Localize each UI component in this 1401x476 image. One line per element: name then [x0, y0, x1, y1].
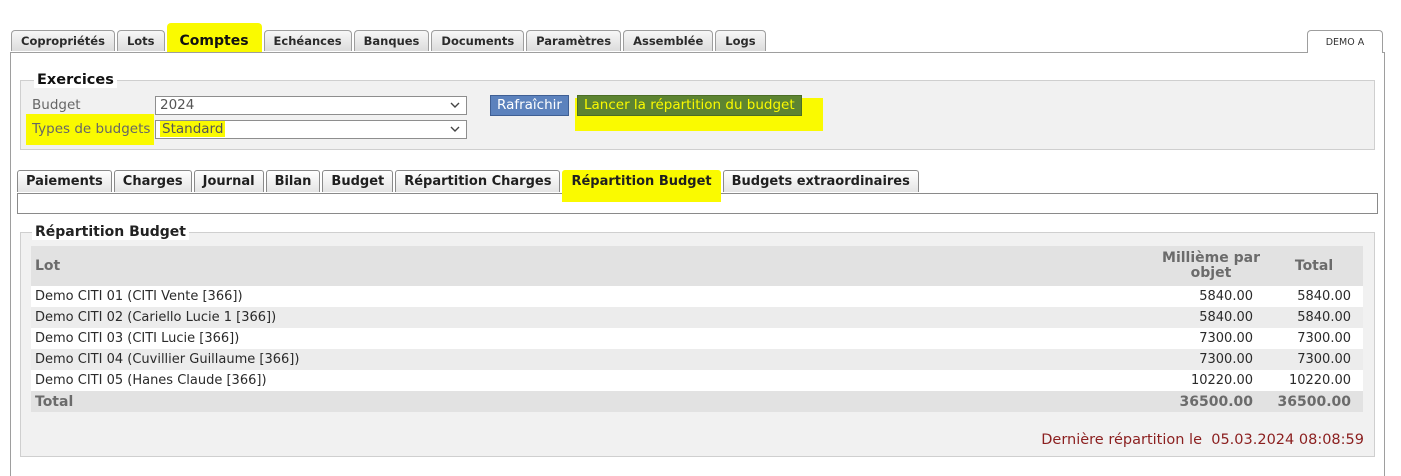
tab-documents[interactable]: Documents — [431, 30, 525, 51]
last-repartition-label: Dernière répartition le — [1041, 432, 1203, 448]
budget-label: Budget — [32, 97, 81, 113]
table-row: Demo CITI 02 (Cariello Lucie 1 [366]) 58… — [31, 307, 1363, 328]
tab-lots[interactable]: Lots — [116, 30, 165, 51]
cell-total: 5840.00 — [1265, 307, 1363, 328]
total-row: Total 36500.00 36500.00 — [31, 391, 1363, 412]
refresh-button[interactable]: Rafraîchir — [490, 95, 569, 116]
cell-lot: Demo CITI 04 (Cuvillier Guillaume [366]) — [31, 349, 1157, 370]
tab-paiements[interactable]: Paiements — [17, 170, 112, 192]
tab-charges[interactable]: Charges — [113, 170, 192, 192]
tab-budget[interactable]: Budget — [322, 170, 394, 192]
repartition-table: Lot Millième par objet Total Demo CITI 0… — [31, 246, 1363, 412]
tab-repartition-charges[interactable]: Répartition Charges — [395, 170, 561, 192]
cell-millieme: 7300.00 — [1157, 349, 1265, 370]
column-header-millieme[interactable]: Millième par objet — [1157, 246, 1265, 286]
cell-millieme: 10220.00 — [1157, 370, 1265, 391]
types-select-value: Standard — [160, 121, 226, 137]
tab-repartition-budget[interactable]: Répartition Budget — [562, 170, 721, 202]
repartition-legend: Répartition Budget — [32, 224, 189, 240]
table-header: Lot Millième par objet Total — [31, 246, 1363, 286]
tab-echeances[interactable]: Echéances — [263, 30, 352, 51]
tab-bilan[interactable]: Bilan — [265, 170, 321, 192]
table-row: Demo CITI 03 (CITI Lucie [366]) 7300.00 … — [31, 328, 1363, 349]
total-total: 36500.00 — [1265, 391, 1363, 412]
types-select[interactable]: Standard — [155, 120, 467, 139]
last-repartition-date: 05.03.2024 08:08:59 — [1211, 432, 1364, 448]
tab-coproprietes[interactable]: Copropriétés — [11, 30, 115, 51]
launch-repartition-button[interactable]: Lancer la répartition du budget — [577, 95, 802, 116]
cell-total: 5840.00 — [1265, 286, 1363, 307]
exercices-legend: Exercices — [34, 72, 117, 88]
cell-millieme: 7300.00 — [1157, 328, 1265, 349]
main-tabs: Copropriétés Lots Comptes Echéances Banq… — [11, 23, 768, 52]
budget-select[interactable]: 2024 — [155, 96, 467, 115]
tab-journal[interactable]: Journal — [193, 170, 264, 192]
cell-millieme: 5840.00 — [1157, 286, 1265, 307]
tab-parametres[interactable]: Paramètres — [526, 30, 622, 51]
types-label: Types de budgets — [32, 121, 151, 137]
table-row: Demo CITI 04 (Cuvillier Guillaume [366])… — [31, 349, 1363, 370]
cell-lot: Demo CITI 05 (Hanes Claude [366]) — [31, 370, 1157, 391]
cell-millieme: 5840.00 — [1157, 307, 1265, 328]
cell-lot: Demo CITI 01 (CITI Vente [366]) — [31, 286, 1157, 307]
table-row: Demo CITI 01 (CITI Vente [366]) 5840.00 … — [31, 286, 1363, 307]
sub-tabs: Paiements Charges Journal Bilan Budget R… — [17, 170, 921, 202]
tab-banques[interactable]: Banques — [353, 30, 430, 51]
cell-lot: Demo CITI 03 (CITI Lucie [366]) — [31, 328, 1157, 349]
cell-lot: Demo CITI 02 (Cariello Lucie 1 [366]) — [31, 307, 1157, 328]
chevron-down-icon — [450, 102, 460, 108]
tab-comptes[interactable]: Comptes — [166, 23, 262, 52]
tab-budgets-extraordinaires[interactable]: Budgets extraordinaires — [722, 170, 919, 192]
chevron-down-icon — [450, 126, 460, 132]
column-header-lot[interactable]: Lot — [31, 246, 1157, 286]
total-label: Total — [31, 391, 1157, 412]
cell-total: 10220.00 — [1265, 370, 1363, 391]
column-header-total[interactable]: Total — [1265, 246, 1363, 286]
last-repartition-info: Dernière répartition le 05.03.2024 08:08… — [1041, 432, 1364, 448]
cell-total: 7300.00 — [1265, 349, 1363, 370]
cell-total: 7300.00 — [1265, 328, 1363, 349]
tab-assemblee[interactable]: Assemblée — [623, 30, 714, 51]
table-row: Demo CITI 05 (Hanes Claude [366]) 10220.… — [31, 370, 1363, 391]
total-millieme: 36500.00 — [1157, 391, 1265, 412]
tab-logs[interactable]: Logs — [715, 30, 766, 51]
user-tab[interactable]: DEMO A — [1307, 30, 1383, 53]
budget-select-value: 2024 — [160, 97, 195, 113]
